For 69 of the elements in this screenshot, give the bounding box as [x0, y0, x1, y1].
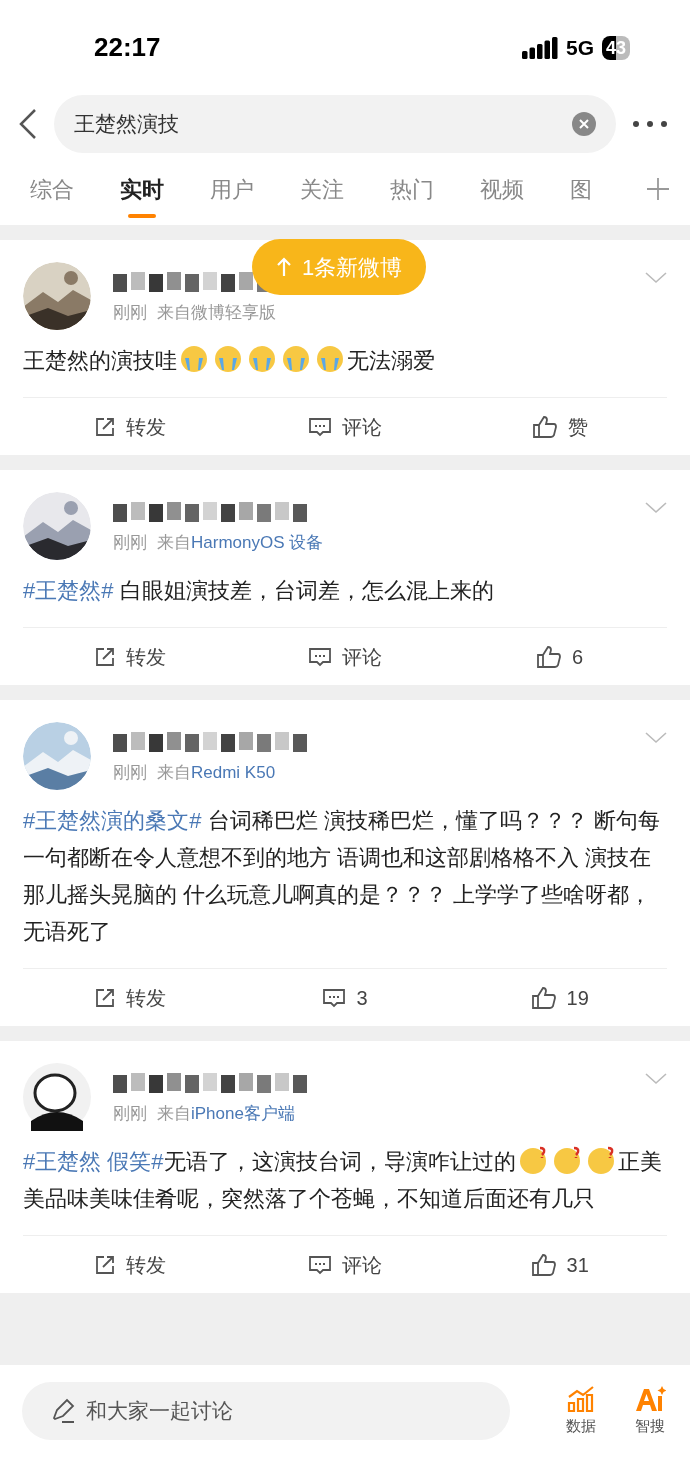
crying-emoji-icon — [213, 344, 243, 374]
share-icon — [94, 415, 117, 438]
confused-emoji-icon — [585, 1145, 616, 1175]
crying-emoji-icon — [179, 344, 209, 374]
plus-icon[interactable] — [646, 177, 670, 201]
crying-emoji-icon — [281, 344, 311, 374]
back-icon[interactable] — [18, 108, 38, 140]
post-source: 来自 iPhone客户端 — [157, 1103, 295, 1125]
share-icon — [94, 645, 117, 668]
bar-chart-icon — [566, 1384, 596, 1413]
signal-icon — [521, 36, 558, 59]
like-button[interactable]: 6 — [452, 641, 667, 672]
comment-icon — [308, 645, 332, 668]
comment-icon — [308, 415, 332, 438]
share-icon — [94, 986, 117, 1009]
confused-emoji-icon — [551, 1145, 582, 1175]
tab[interactable]: 实时 — [120, 172, 164, 206]
more-icon[interactable] — [632, 120, 668, 128]
crying-emoji-icon — [315, 344, 345, 374]
comment-button[interactable]: 评论 — [237, 1249, 453, 1280]
pencil-icon — [50, 1398, 76, 1424]
post-source: 来自 HarmonyOS 设备 — [157, 532, 324, 554]
tab[interactable]: 用户 — [210, 172, 254, 206]
data-button[interactable]: 数据 — [566, 1384, 596, 1438]
repost-button[interactable]: 转发 — [23, 641, 238, 672]
tab[interactable]: 热门 — [390, 172, 434, 206]
like-button[interactable]: 19 — [452, 982, 667, 1013]
clock: 22:17 — [94, 31, 161, 64]
post-time: 刚刚 — [113, 762, 147, 784]
sparkle-icon — [634, 1384, 666, 1413]
tab-indicator — [128, 213, 156, 218]
comment-button[interactable]: 评论 — [237, 411, 453, 442]
post-time: 刚刚 — [113, 302, 147, 324]
crying-emoji-icon — [247, 344, 277, 374]
comment-icon — [308, 1253, 332, 1276]
post-text: #王楚然 假笑#无语了，这演技台词，导演咋让过的 正美美品味美味佳肴呢，突然落了个苍蝇，不知道后面还有几只 — [0, 1131, 690, 1235]
comment-icon — [322, 986, 347, 1009]
post-time: 刚刚 — [113, 532, 147, 554]
comment-button[interactable]: 评论 — [237, 641, 453, 672]
avatar[interactable] — [23, 1063, 91, 1131]
thumbs-up-icon — [536, 644, 563, 669]
repost-button[interactable]: 转发 — [23, 1249, 238, 1280]
search-field[interactable]: 王楚然演技 — [54, 95, 616, 153]
thumbs-up-icon — [530, 1252, 557, 1277]
comment-input[interactable]: 和大家一起讨论 — [22, 1382, 510, 1440]
post-text: #王楚然# 白眼姐演技差，台词差，怎么混上来的 — [22, 577, 495, 605]
like-button[interactable]: 31 — [452, 1249, 667, 1280]
share-icon — [94, 1253, 117, 1276]
comment-button[interactable]: 3 — [237, 982, 453, 1013]
post-text: #王楚然演的桑文# 台词稀巴烂 演技稀巴烂，懂了吗？？？ 断句每一句都断在令人意想不到的地方 语调也和这部剧格格不入 演技在那儿摇头晃脑的 什么玩意儿啊真的是？？？ 上学学了些啥呀都，无语死了 — [22, 807, 661, 946]
clear-icon[interactable] — [572, 112, 596, 136]
tab[interactable]: 图 — [570, 172, 592, 206]
post-text: 王楚然的演技哇 无法溺爱 — [0, 330, 690, 397]
thumbs-up-icon — [531, 414, 558, 439]
arrow-up-icon — [276, 257, 292, 277]
repost-button[interactable]: 转发 — [23, 411, 238, 442]
tab[interactable]: 关注 — [300, 172, 344, 206]
network-label: 5G — [565, 34, 594, 61]
ai-search-button[interactable]: 智搜 — [634, 1384, 666, 1438]
post-source: 来自微博轻享版 — [157, 302, 276, 324]
tab[interactable]: 视频 — [480, 172, 524, 206]
battery-indicator: 43 — [601, 35, 630, 60]
thumbs-up-icon — [530, 985, 557, 1010]
confused-emoji-icon — [517, 1145, 548, 1175]
post-source: 来自 Redmi K50 — [157, 762, 276, 784]
post-time: 刚刚 — [113, 1103, 147, 1125]
like-button[interactable]: 赞 — [452, 411, 667, 442]
tab[interactable]: 综合 — [30, 172, 74, 206]
repost-button[interactable]: 转发 — [23, 982, 238, 1013]
